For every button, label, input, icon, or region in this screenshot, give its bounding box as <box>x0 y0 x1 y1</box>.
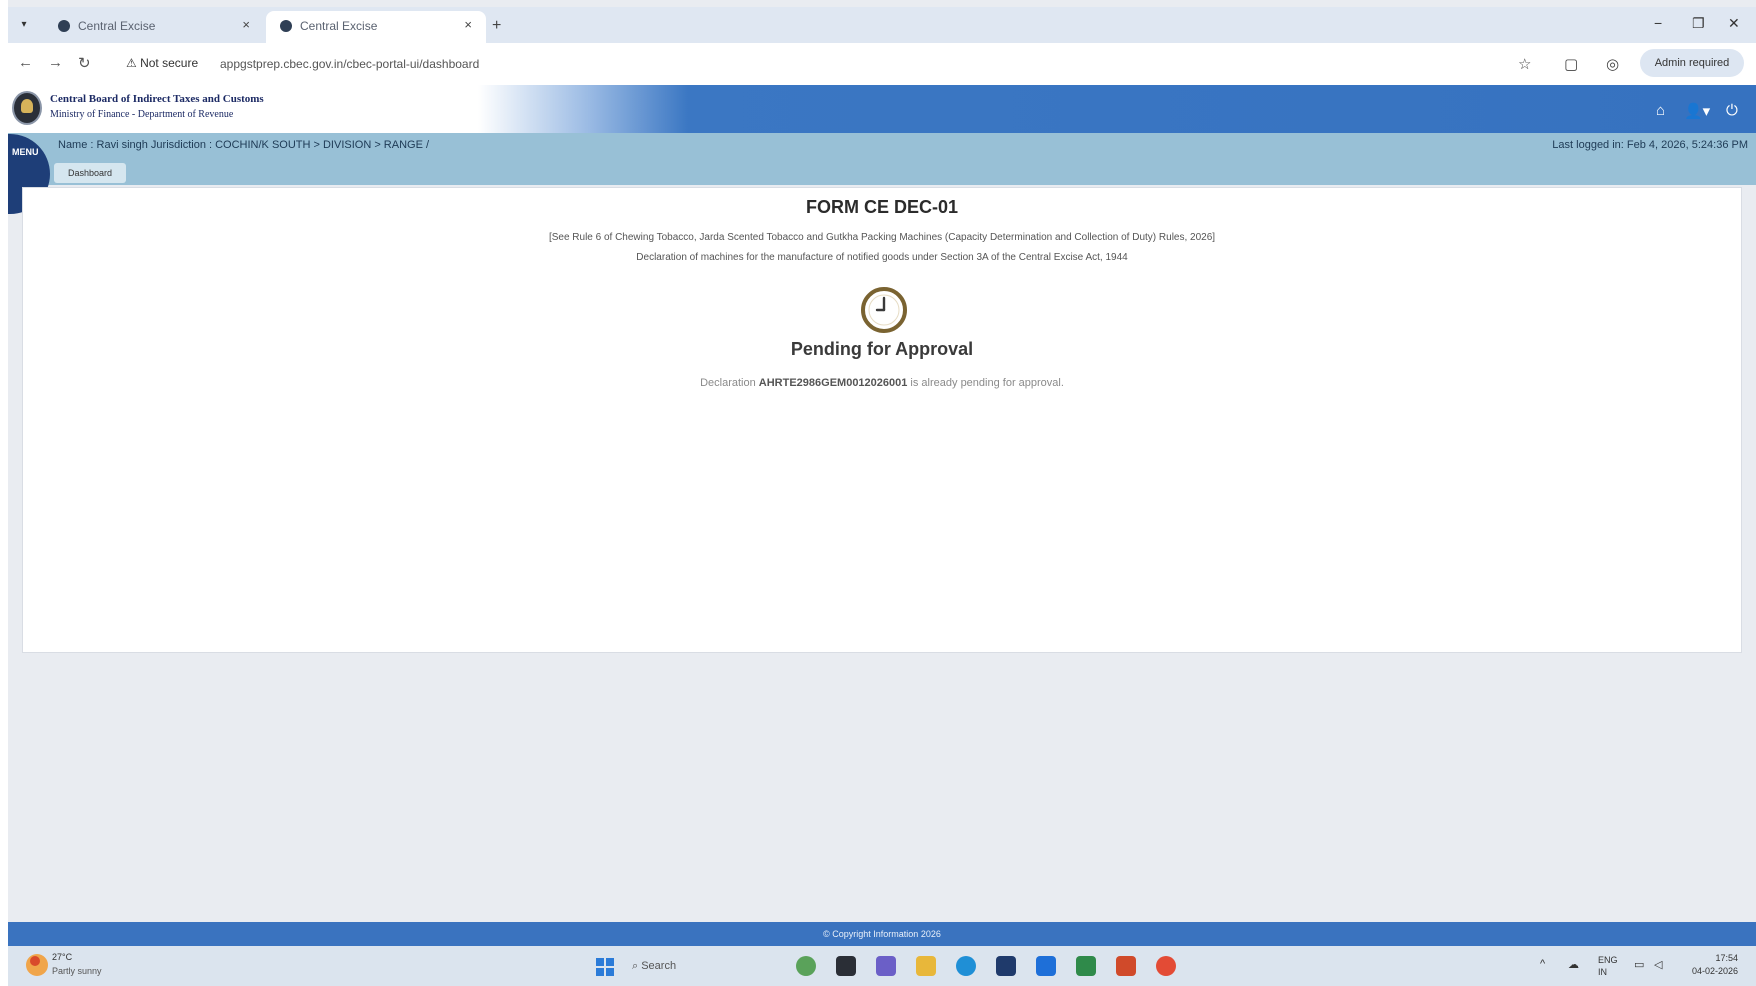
region-code: IN <box>1598 967 1607 977</box>
breadcrumb-dashboard[interactable]: Dashboard <box>54 163 126 183</box>
reload-icon[interactable]: ↻ <box>78 54 91 72</box>
admin-required-button[interactable]: Admin required <box>1640 49 1744 77</box>
screen: ▾ Central Excise × Central Excise × + − … <box>8 0 1756 986</box>
browser-tab-strip: ▾ Central Excise × Central Excise × + − … <box>8 7 1756 43</box>
not-secure-indicator[interactable]: ⚠ Not secure <box>126 56 198 70</box>
excel-icon[interactable] <box>1076 956 1096 976</box>
form-title: FORM CE DEC-01 <box>805 197 958 217</box>
status-prefix: Declaration <box>700 377 759 389</box>
weather-icon[interactable] <box>26 954 48 976</box>
start-icon[interactable] <box>596 958 614 976</box>
declaration-id: AHRTE2986GEM0012026001 <box>758 377 908 389</box>
taskbar-search[interactable]: ⌕ Search <box>632 954 752 978</box>
org-subtitle: Ministry of Finance - Department of Reve… <box>50 109 234 120</box>
new-tab-icon[interactable]: + <box>492 17 501 35</box>
app-icon[interactable] <box>876 956 896 976</box>
clock-time: 17:54 <box>1715 953 1739 963</box>
close-window-icon[interactable]: ✕ <box>1728 15 1740 32</box>
windows-taskbar: 27°C Partly sunny ⌕ Search ^ ☁ ENG IN ▭ ◁… <box>8 946 1756 986</box>
back-icon[interactable]: ← <box>18 54 33 71</box>
weather-temp[interactable]: 27°C <box>52 952 72 962</box>
bookmark-star-icon[interactable]: ☆ <box>1518 55 1531 73</box>
network-icon[interactable]: ▭ <box>1634 958 1644 971</box>
browser-tab-1[interactable]: Central Excise × <box>44 11 264 43</box>
site-favicon-icon <box>58 20 70 32</box>
url-text[interactable]: appgstprep.cbec.gov.in/cbec-portal-ui/da… <box>220 57 479 71</box>
rule-reference: [See Rule 6 of Chewing Tobacco, Jarda Sc… <box>548 232 1216 243</box>
app-icon[interactable] <box>836 956 856 976</box>
tab-title: Central Excise <box>78 19 156 33</box>
status-suffix: is already pending for approval. <box>907 377 1064 389</box>
app-icon[interactable] <box>996 956 1016 976</box>
clock-date: 04-02-2026 <box>1692 966 1739 976</box>
declaration-description: Declaration of machines for the manufact… <box>636 252 1128 263</box>
status-message: Declaration AHRTE2986GEM0012026001 is al… <box>23 377 1741 389</box>
address-bar[interactable]: ⚠ Not secure appgstprep.cbec.gov.in/cbec… <box>120 49 1508 79</box>
weather-desc[interactable]: Partly sunny <box>52 966 102 976</box>
tray-expand-icon[interactable]: ^ <box>1540 958 1545 970</box>
profile-icon[interactable]: ◎ <box>1606 55 1619 73</box>
org-title: Central Board of Indirect Taxes and Cust… <box>50 93 264 105</box>
home-icon[interactable]: ⌂ <box>1656 102 1665 119</box>
onedrive-icon[interactable]: ☁ <box>1568 958 1579 971</box>
tab-search-icon[interactable]: ▾ <box>14 16 34 34</box>
tab-title: Central Excise <box>300 19 378 33</box>
file-explorer-icon[interactable] <box>916 956 936 976</box>
power-icon[interactable]: ⏻ <box>1726 102 1738 119</box>
system-clock[interactable]: 17:54 04-02-2026 <box>1692 952 1738 978</box>
page-footer: © Copyright Information 2026 <box>8 922 1756 946</box>
forward-icon[interactable]: → <box>48 54 63 71</box>
status-heading: Pending for Approval <box>790 339 974 359</box>
cbic-emblem-logo <box>12 91 42 125</box>
address-bar-row: ← → ↻ ⚠ Not secure appgstprep.cbec.gov.i… <box>8 43 1756 85</box>
user-jurisdiction-info: Name : Ravi singh Jurisdiction : COCHIN/… <box>58 139 430 151</box>
menu-label: MENU <box>12 147 39 157</box>
minimize-icon[interactable]: − <box>1654 15 1662 31</box>
browser-tab-2[interactable]: Central Excise × <box>266 11 486 43</box>
language-indicator[interactable]: ENG IN <box>1598 954 1618 978</box>
site-favicon-icon <box>280 20 292 32</box>
clock-icon <box>861 287 907 333</box>
app-header: Central Board of Indirect Taxes and Cust… <box>8 85 1756 133</box>
restore-icon[interactable]: ❐ <box>1692 15 1705 32</box>
extensions-icon[interactable]: ▢ <box>1564 55 1578 73</box>
chrome-icon[interactable] <box>1156 956 1176 976</box>
powerpoint-icon[interactable] <box>1116 956 1136 976</box>
security-label: Not secure <box>140 56 199 70</box>
app-icon[interactable] <box>796 956 816 976</box>
close-tab-icon[interactable]: × <box>464 17 472 32</box>
volume-icon[interactable]: ◁ <box>1654 958 1662 971</box>
copyright-text: © Copyright Information 2026 <box>823 929 941 939</box>
search-placeholder: Search <box>641 960 677 972</box>
edge-browser-icon[interactable] <box>956 956 976 976</box>
info-bar: Name : Ravi singh Jurisdiction : COCHIN/… <box>8 133 1756 185</box>
close-tab-icon[interactable]: × <box>242 17 250 32</box>
language-code: ENG <box>1598 955 1618 965</box>
last-login-info: Last logged in: Feb 4, 2026, 5:24:36 PM <box>1552 139 1748 151</box>
content-card: FORM CE DEC-01 [See Rule 6 of Chewing To… <box>22 187 1742 653</box>
outlook-icon[interactable] <box>1036 956 1056 976</box>
user-menu-icon[interactable]: 👤▾ <box>1684 102 1710 120</box>
